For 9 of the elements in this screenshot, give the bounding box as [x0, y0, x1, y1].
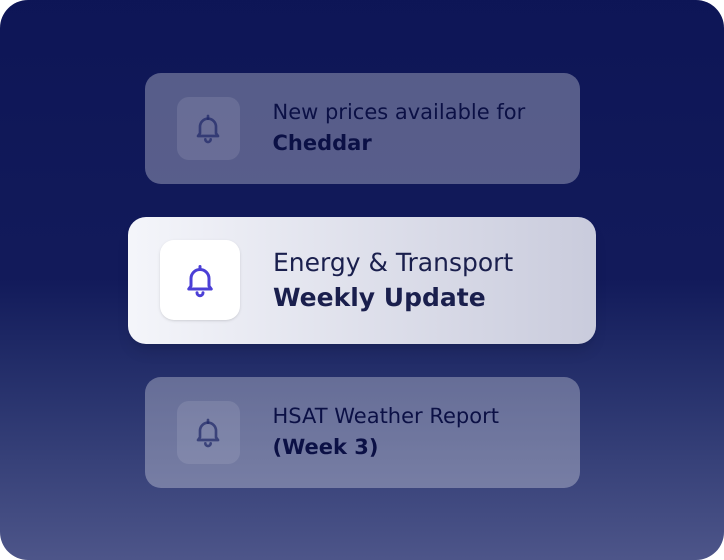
notification-card[interactable]: Energy & Transport Weekly Update: [128, 216, 596, 344]
notification-title: HSAT Weather Report: [272, 403, 499, 430]
notification-title: Energy & Transport: [273, 247, 514, 279]
notification-subtitle: Weekly Update: [273, 282, 487, 314]
notification-card[interactable]: New prices available for Cheddar: [144, 72, 580, 184]
notification-card[interactable]: HSAT Weather Report (Week 3): [144, 376, 580, 488]
notification-subtitle: (Week 3): [272, 434, 380, 461]
notification-subtitle: Cheddar: [272, 130, 373, 157]
notification-title: New prices available for: [272, 99, 526, 126]
